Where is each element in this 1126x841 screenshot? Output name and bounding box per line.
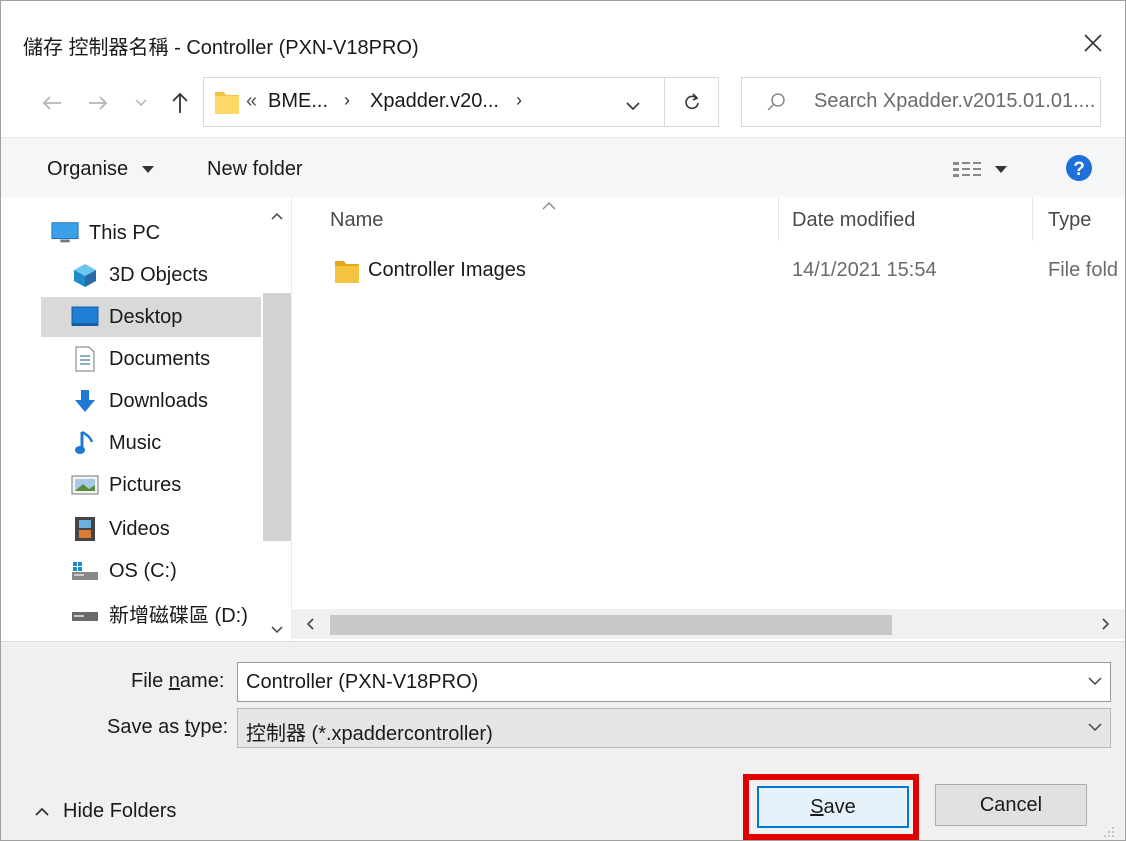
hide-folders-button[interactable]: Hide Folders xyxy=(35,800,176,823)
close-icon[interactable] xyxy=(1071,23,1115,63)
column-header-name[interactable]: Name xyxy=(330,209,383,232)
sidebar-item-videos[interactable]: Videos xyxy=(71,509,281,549)
horizontal-scrollbar[interactable] xyxy=(292,609,1125,639)
drive-d-icon xyxy=(71,599,99,627)
breadcrumb-item[interactable]: BME... xyxy=(268,90,328,113)
column-header-type[interactable]: Type xyxy=(1048,209,1091,232)
new-folder-button[interactable]: New folder xyxy=(207,158,303,181)
scroll-left-arrow-icon[interactable] xyxy=(306,617,314,635)
column-divider[interactable] xyxy=(1032,197,1033,241)
command-bar: Organise New folder ? xyxy=(1,137,1125,198)
organise-button[interactable]: Organise xyxy=(47,158,154,181)
dropdown-arrow-icon xyxy=(141,165,154,173)
breadcrumb-separator-icon[interactable]: › xyxy=(344,90,350,111)
sidebar-item-label: Documents xyxy=(109,347,211,370)
sidebar-item-label: Desktop xyxy=(109,305,183,328)
chevron-down-icon[interactable] xyxy=(1088,719,1102,737)
recent-locations-chevron-icon[interactable] xyxy=(131,87,151,119)
organise-label: Organise xyxy=(47,158,129,180)
desktop-icon xyxy=(71,303,99,331)
save-type-select[interactable]: 控制器 (*.xpaddercontroller) xyxy=(237,708,1111,748)
sidebar-item-label: Downloads xyxy=(109,389,208,412)
save-options-panel: File name: Controller (PXN-V18PRO) Save … xyxy=(1,641,1125,840)
sidebar-item-label: Music xyxy=(109,431,162,454)
address-dropdown-chevron-icon[interactable] xyxy=(626,98,640,116)
window-title: 儲存 控制器名稱 - Controller (PXN-V18PRO) xyxy=(23,37,419,59)
sidebar-item-this-pc[interactable]: This PC xyxy=(51,213,261,253)
file-list: Name Date modified Type Controller Image… xyxy=(291,197,1125,641)
drive-c-icon xyxy=(71,557,99,585)
refresh-icon[interactable] xyxy=(665,77,719,127)
chevron-up-icon xyxy=(35,807,49,816)
navigation-bar: « BME... › Xpadder.v20... › Search Xpadd… xyxy=(1,71,1125,137)
3d-objects-icon xyxy=(71,261,99,289)
search-input[interactable]: Search Xpadder.v2015.01.01.... xyxy=(814,90,1095,113)
scroll-up-arrow-icon[interactable] xyxy=(271,207,283,225)
chevron-down-icon[interactable] xyxy=(1088,673,1102,691)
file-type-cell: File fold xyxy=(1048,259,1119,281)
file-date-cell: 14/1/2021 15:54 xyxy=(792,259,937,281)
resize-grip-icon[interactable] xyxy=(1101,824,1115,840)
breadcrumb-separator-icon[interactable]: › xyxy=(516,90,522,111)
sidebar-item-label: Videos xyxy=(109,517,170,540)
column-header-date[interactable]: Date modified xyxy=(792,209,915,232)
file-name-cell[interactable]: Controller Images xyxy=(368,259,526,282)
save-type-value: 控制器 (*.xpaddercontroller) xyxy=(246,723,493,745)
horizontal-scrollbar-thumb[interactable] xyxy=(330,615,892,635)
back-arrow-icon[interactable] xyxy=(35,87,69,119)
file-name-value[interactable]: Controller (PXN-V18PRO) xyxy=(246,671,478,694)
column-divider[interactable] xyxy=(778,197,779,241)
sidebar-item-label: OS (C:) xyxy=(109,559,177,582)
sidebar-item-documents[interactable]: Documents xyxy=(71,339,281,379)
navigation-pane: This PC 3D Objects Desktop Documents Dow… xyxy=(1,197,291,641)
sidebar-item-downloads[interactable]: Downloads xyxy=(71,381,281,421)
folder-icon xyxy=(334,257,360,290)
documents-icon xyxy=(71,345,99,373)
scroll-down-arrow-icon[interactable] xyxy=(271,621,283,639)
sidebar-item-3d-objects[interactable]: 3D Objects xyxy=(71,255,281,295)
address-overflow[interactable]: « xyxy=(246,90,257,113)
sidebar-item-pictures[interactable]: Pictures xyxy=(71,465,281,505)
pictures-icon xyxy=(71,471,99,499)
file-name-label: File name: xyxy=(131,670,225,692)
music-icon xyxy=(71,429,99,457)
help-icon[interactable]: ? xyxy=(1065,154,1093,187)
search-box[interactable]: Search Xpadder.v2015.01.01.... xyxy=(741,77,1101,127)
scroll-right-arrow-icon[interactable] xyxy=(1102,617,1110,635)
svg-text:?: ? xyxy=(1073,159,1085,180)
sidebar-item-desktop[interactable]: Desktop xyxy=(41,297,261,337)
breadcrumb-item[interactable]: Xpadder.v20... xyxy=(370,90,499,113)
folder-icon xyxy=(214,88,240,121)
sidebar-item-label: Pictures xyxy=(109,473,182,496)
navigation-scrollbar-thumb[interactable] xyxy=(263,293,291,541)
sidebar-item-drive-d[interactable]: 新增磁碟區 (D:) xyxy=(71,593,281,633)
file-name-field[interactable]: Controller (PXN-V18PRO) xyxy=(237,662,1111,702)
hide-folders-label: Hide Folders xyxy=(63,800,177,822)
address-bar[interactable]: « BME... › Xpadder.v20... › xyxy=(203,77,665,127)
sidebar-item-label: 新增磁碟區 (D:) xyxy=(109,604,248,627)
sidebar-item-music[interactable]: Music xyxy=(71,423,281,463)
save-type-label: Save as type: xyxy=(107,716,229,738)
sort-ascending-icon xyxy=(542,197,556,215)
view-options-icon[interactable] xyxy=(951,160,1017,185)
videos-icon xyxy=(71,515,99,543)
downloads-icon xyxy=(71,387,99,415)
save-dialog: 儲存 控制器名稱 - Controller (PXN-V18PRO) « BME… xyxy=(0,0,1126,841)
sidebar-item-label: This PC xyxy=(89,221,161,244)
save-button[interactable]: Save xyxy=(757,786,909,828)
forward-arrow-icon[interactable] xyxy=(81,87,115,119)
computer-icon xyxy=(51,219,79,247)
up-arrow-icon[interactable] xyxy=(163,87,197,119)
search-icon xyxy=(766,92,786,117)
sidebar-item-label: 3D Objects xyxy=(109,263,208,286)
sidebar-item-drive-c[interactable]: OS (C:) xyxy=(71,551,281,591)
cancel-button[interactable]: Cancel xyxy=(935,784,1087,826)
